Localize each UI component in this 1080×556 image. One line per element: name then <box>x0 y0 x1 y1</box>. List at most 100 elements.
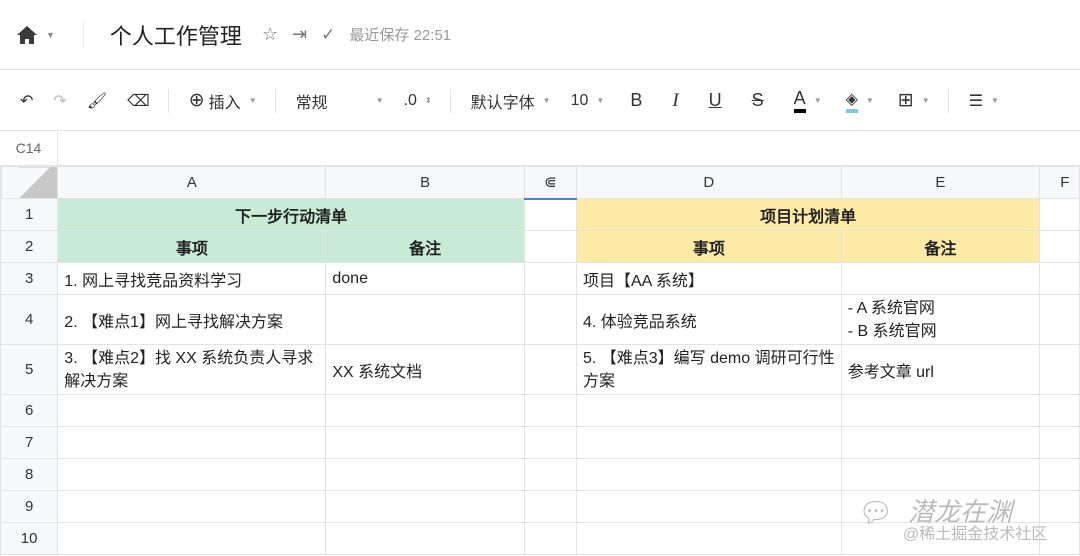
paint-bucket-icon: ◈ <box>845 89 858 113</box>
cell[interactable] <box>1039 294 1080 345</box>
cell-e5[interactable]: 参考文章 url <box>840 344 1041 395</box>
cell[interactable] <box>57 490 327 523</box>
row-header[interactable]: 6 <box>0 394 59 427</box>
cell[interactable] <box>1039 426 1080 459</box>
cell[interactable] <box>575 522 842 555</box>
cell[interactable] <box>575 426 842 459</box>
cell-a5[interactable]: 3. 【难点2】找 XX 系统负责人寻求解决方案 <box>57 344 327 395</box>
right-header-note[interactable]: 备注 <box>840 230 1041 263</box>
cell-d5[interactable]: 5. 【难点3】编写 demo 调研可行性方案 <box>575 344 842 395</box>
cell-b5[interactable]: XX 系统文档 <box>325 344 525 395</box>
column-header-f[interactable]: F <box>1039 166 1080 199</box>
chevron-down-icon[interactable]: ▼ <box>46 30 55 40</box>
cell[interactable] <box>523 198 577 231</box>
chevron-down-icon: ▼ <box>542 96 551 105</box>
italic-button[interactable]: I <box>672 90 678 112</box>
cell[interactable] <box>1039 394 1080 427</box>
number-format-value: 常规 <box>295 94 328 112</box>
document-title[interactable]: 个人工作管理 <box>110 19 242 51</box>
cell-d3[interactable]: 项目【AA 系统】 <box>575 262 842 295</box>
cell[interactable] <box>57 522 327 555</box>
cell-e3[interactable] <box>840 262 1041 295</box>
cell[interactable] <box>840 394 1041 427</box>
cell[interactable] <box>523 522 577 555</box>
cell-d4[interactable]: 4. 体验竞品系统 <box>575 294 842 345</box>
cell-b4[interactable] <box>325 294 525 345</box>
column-header-a[interactable]: A <box>57 166 327 199</box>
left-header-note[interactable]: 备注 <box>325 230 525 263</box>
right-header-item[interactable]: 事项 <box>575 230 842 263</box>
column-header-b[interactable]: B <box>325 166 525 199</box>
format-painter-icon[interactable]: 🖌︎ <box>87 91 107 111</box>
cell[interactable] <box>57 426 327 459</box>
star-icon[interactable]: ☆ <box>262 24 278 45</box>
cell[interactable] <box>1039 344 1080 395</box>
decimal-stepper[interactable]: .0 ⬍ <box>404 92 432 110</box>
bold-button[interactable]: B <box>630 90 642 111</box>
column-header-d[interactable]: D <box>575 166 842 199</box>
cell[interactable] <box>575 394 842 427</box>
cell[interactable] <box>1039 458 1080 491</box>
font-family-select[interactable]: 默认字体 ▼ <box>471 89 551 113</box>
row-header[interactable]: 8 <box>0 458 59 491</box>
fill-color-button[interactable]: ◈ ▼ <box>845 89 874 113</box>
underline-button[interactable]: U <box>709 90 722 111</box>
cell[interactable] <box>840 426 1041 459</box>
cell[interactable] <box>1039 490 1080 523</box>
font-size-select[interactable]: 10 ▼ <box>571 92 605 110</box>
cell[interactable] <box>523 294 577 345</box>
left-table-title[interactable]: 下一步行动清单 <box>57 198 525 231</box>
cell[interactable] <box>523 344 577 395</box>
cell[interactable] <box>325 522 525 555</box>
eraser-icon[interactable]: ⌫ <box>127 91 150 111</box>
cell[interactable] <box>523 394 577 427</box>
select-all-corner[interactable] <box>0 166 59 199</box>
row-header[interactable]: 2 <box>0 230 59 263</box>
cell[interactable] <box>1039 198 1080 231</box>
strikethrough-button[interactable]: S <box>752 90 764 111</box>
hidden-column-expand-icon[interactable]: ⋐ <box>523 166 577 200</box>
borders-button[interactable]: ⊞ ▼ <box>898 89 930 112</box>
cell[interactable] <box>575 490 842 523</box>
cell[interactable] <box>57 394 327 427</box>
cell[interactable] <box>523 230 577 263</box>
number-format-select[interactable]: 常规 ▼ <box>296 89 384 113</box>
redo-icon[interactable]: ↷ <box>53 91 66 111</box>
row-header[interactable]: 9 <box>0 490 59 523</box>
row-header[interactable]: 1 <box>0 198 59 231</box>
cell[interactable] <box>325 490 525 523</box>
cell[interactable] <box>57 458 327 491</box>
row-header[interactable]: 10 <box>0 522 59 555</box>
cell-a3[interactable]: 1. 网上寻找竞品资料学习 <box>57 262 327 295</box>
cell[interactable] <box>575 458 842 491</box>
cell[interactable] <box>840 458 1041 491</box>
move-to-folder-icon[interactable]: ⇥ <box>292 24 307 45</box>
align-button[interactable]: ☰ ▼ <box>969 91 999 111</box>
home-icon[interactable] <box>16 25 38 45</box>
cell[interactable] <box>325 458 525 491</box>
cell-reference[interactable]: C14 <box>0 132 58 165</box>
cell-a4[interactable]: 2. 【难点1】网上寻找解决方案 <box>57 294 327 345</box>
undo-icon[interactable]: ↶ <box>20 91 33 111</box>
cell[interactable] <box>1039 230 1080 263</box>
cell-e4[interactable]: - A 系统官网 - B 系统官网 <box>840 294 1041 345</box>
decimal-value: .0 <box>403 91 417 109</box>
text-color-button[interactable]: A ▼ <box>793 88 822 113</box>
cell[interactable] <box>325 426 525 459</box>
row-header[interactable]: 7 <box>0 426 59 459</box>
cell[interactable] <box>523 490 577 523</box>
insert-button[interactable]: ⊕ 插入 ▼ <box>189 89 257 113</box>
formula-bar[interactable]: C14 <box>0 132 1080 166</box>
row-header[interactable]: 3 <box>0 262 59 295</box>
row-header[interactable]: 4 <box>0 294 59 345</box>
cell[interactable] <box>325 394 525 427</box>
cell[interactable] <box>523 262 577 295</box>
column-header-e[interactable]: E <box>840 166 1041 199</box>
cell[interactable] <box>523 458 577 491</box>
cell[interactable] <box>523 426 577 459</box>
cell-b3[interactable]: done <box>325 262 525 295</box>
cell[interactable] <box>1039 262 1080 295</box>
row-header[interactable]: 5 <box>0 344 59 395</box>
left-header-item[interactable]: 事项 <box>57 230 327 263</box>
right-table-title[interactable]: 项目计划清单 <box>575 198 1041 231</box>
